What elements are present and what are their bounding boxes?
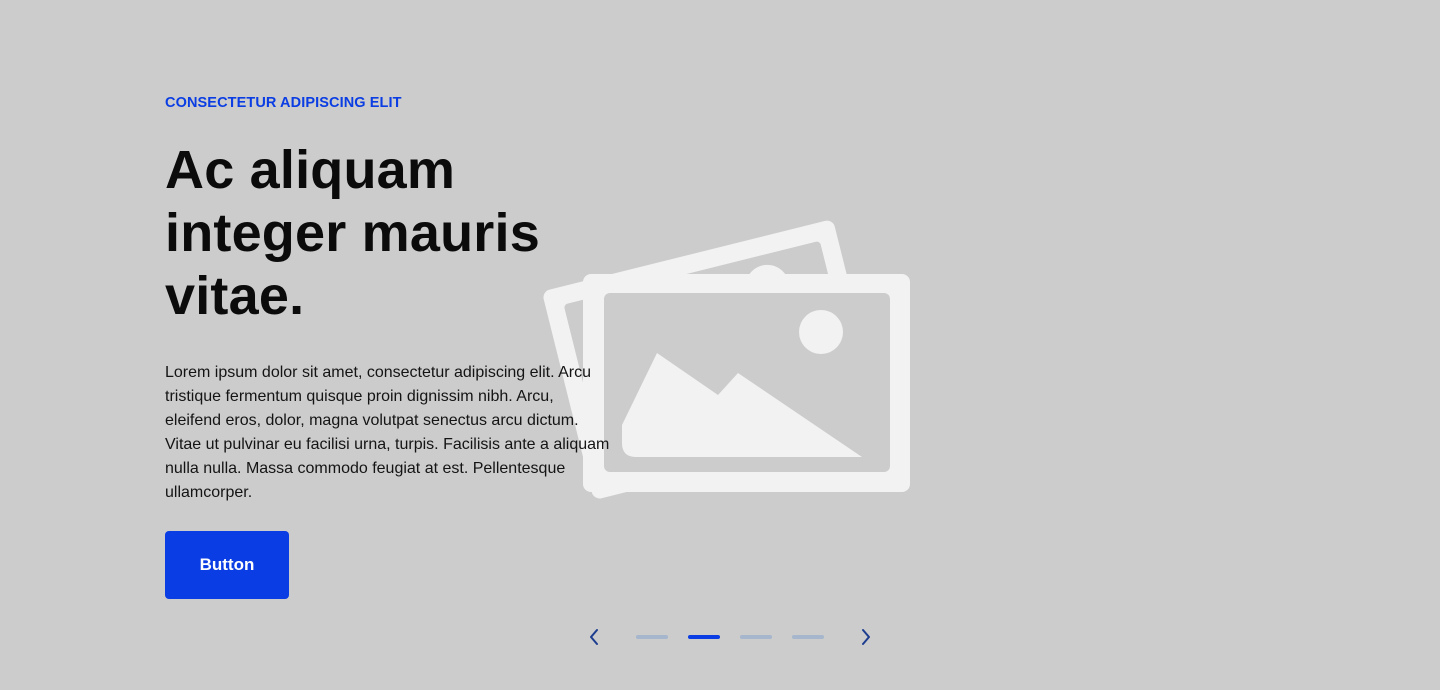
chevron-left-icon[interactable] <box>584 624 604 650</box>
primary-button[interactable]: Button <box>165 531 289 599</box>
carousel-dot[interactable] <box>792 635 824 639</box>
carousel-dot[interactable] <box>688 635 720 639</box>
carousel-dot[interactable] <box>740 635 772 639</box>
carousel-dots <box>626 635 834 639</box>
chevron-right-icon[interactable] <box>856 624 876 650</box>
eyebrow-label: CONSECTETUR ADIPISCING ELIT <box>165 95 402 111</box>
carousel-pagination <box>584 624 876 650</box>
hero-content: CONSECTETUR ADIPISCING ELIT Ac aliquam i… <box>165 94 615 505</box>
hero-headline: Ac aliquam integer mauris vitae. <box>165 140 540 326</box>
carousel-dot[interactable] <box>636 635 668 639</box>
hero-section: CONSECTETUR ADIPISCING ELIT Ac aliquam i… <box>0 0 1440 690</box>
hero-body-text: Lorem ipsum dolor sit amet, consectetur … <box>165 364 610 501</box>
